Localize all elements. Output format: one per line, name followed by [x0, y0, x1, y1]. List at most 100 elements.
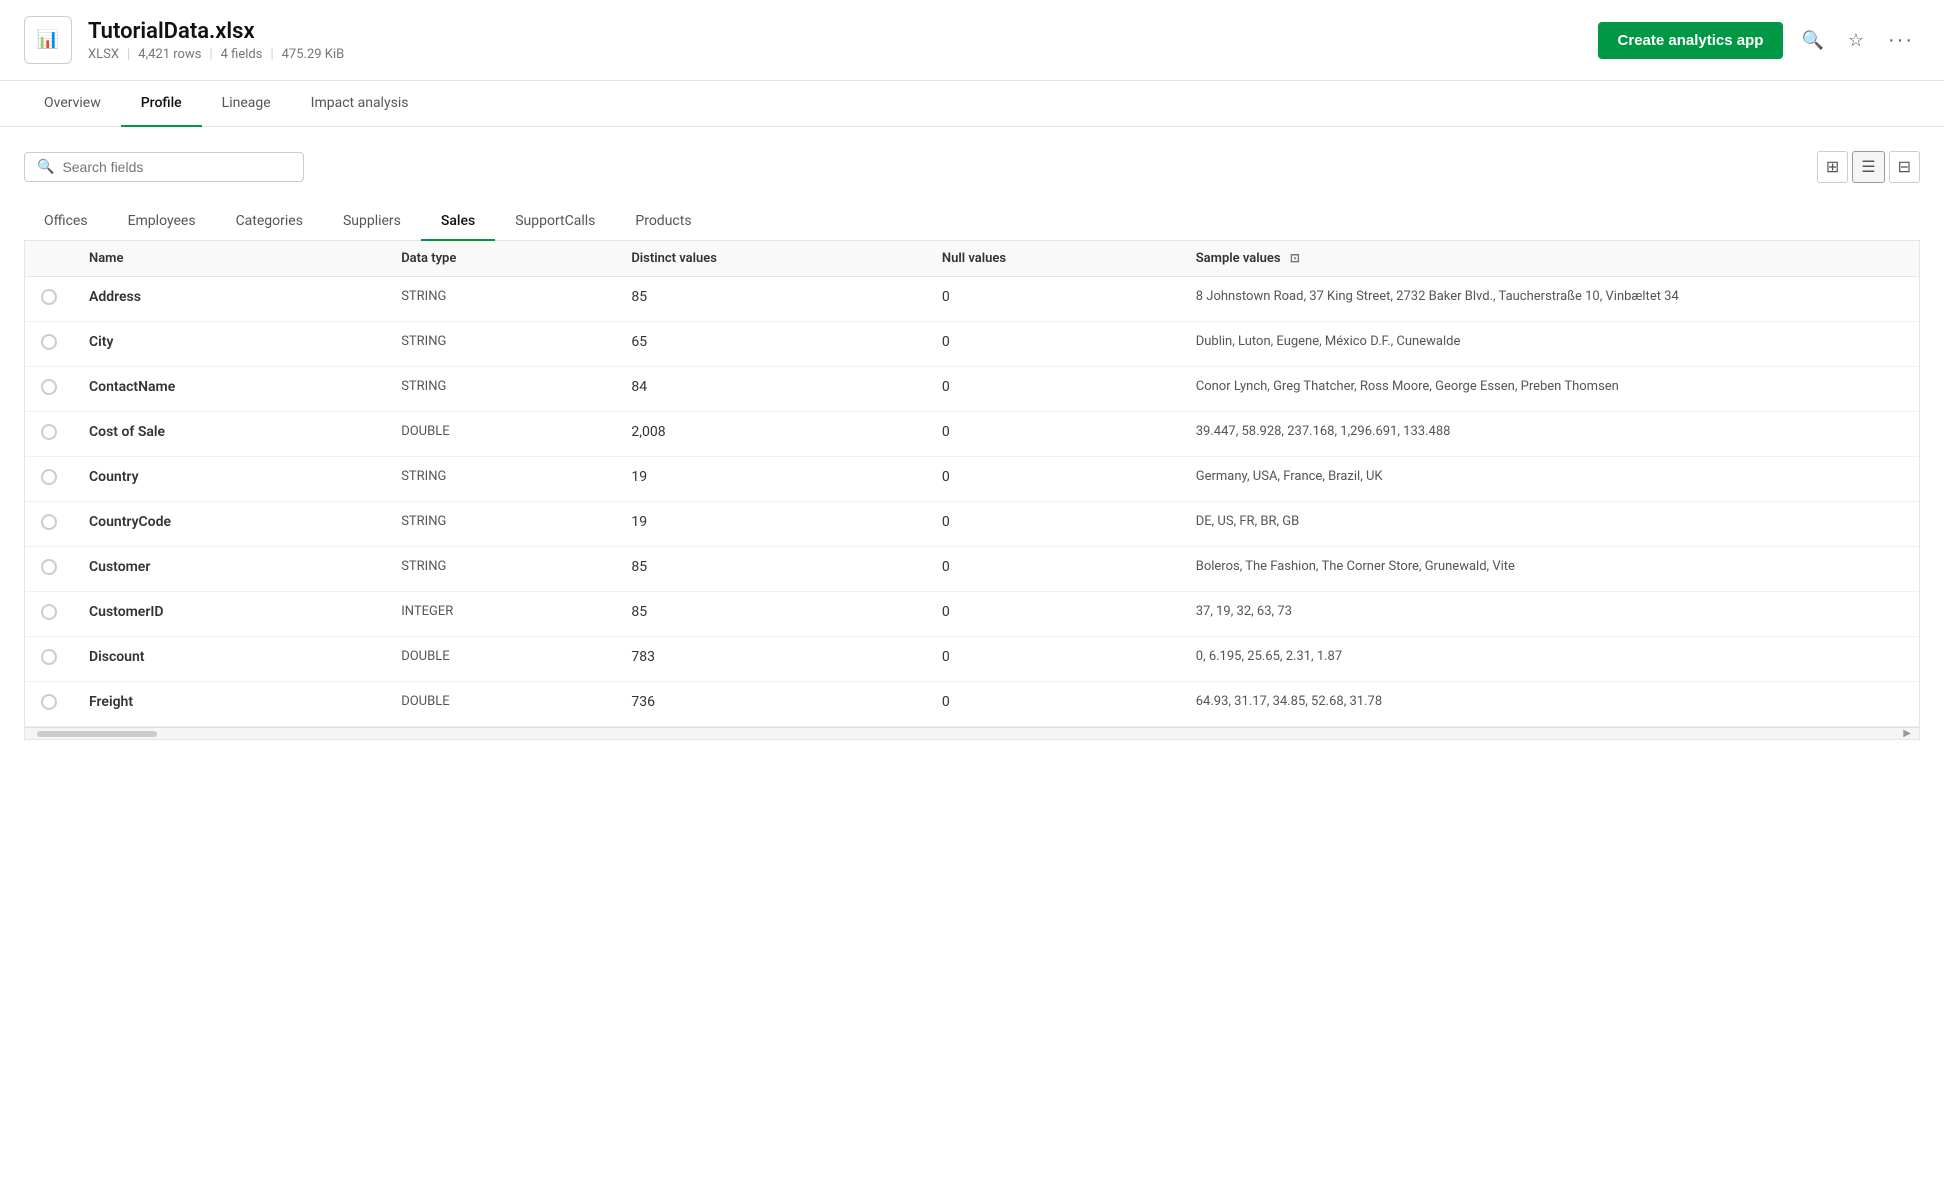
radio-9[interactable] — [41, 694, 57, 710]
table-row: Customer STRING 85 0 Boleros, The Fashio… — [25, 547, 1919, 592]
scrollbar-thumb[interactable] — [37, 731, 157, 737]
row-select-1[interactable] — [25, 322, 73, 367]
page-header: 📊 TutorialData.xlsx XLSX | 4,421 rows | … — [0, 0, 1944, 81]
row-null-5: 0 — [926, 502, 1180, 547]
row-name-2: ContactName — [73, 367, 385, 412]
search-icon: 🔍 — [1801, 30, 1823, 50]
row-select-5[interactable] — [25, 502, 73, 547]
radio-4[interactable] — [41, 469, 57, 485]
search-icon: 🔍 — [37, 159, 54, 175]
filter-tab-suppliers[interactable]: Suppliers — [323, 203, 421, 241]
table-header-row: Name Data type Distinct values Null valu… — [25, 241, 1919, 277]
col-distinct: Distinct values — [615, 241, 926, 277]
row-select-6[interactable] — [25, 547, 73, 592]
row-name-3: Cost of Sale — [73, 412, 385, 457]
table-row: City STRING 65 0 Dublin, Luton, Eugene, … — [25, 322, 1919, 367]
radio-2[interactable] — [41, 379, 57, 395]
col-datatype: Data type — [385, 241, 615, 277]
table-row: Cost of Sale DOUBLE 2,008 0 39.447, 58.9… — [25, 412, 1919, 457]
tab-overview[interactable]: Overview — [24, 81, 121, 127]
row-select-0[interactable] — [25, 277, 73, 322]
filter-tab-categories[interactable]: Categories — [216, 203, 323, 241]
file-format: XLSX — [88, 47, 119, 62]
file-icon: 📊 — [24, 16, 72, 64]
star-button[interactable]: ☆ — [1842, 26, 1870, 55]
row-distinct-0: 85 — [615, 277, 926, 322]
nav-tabs: Overview Profile Lineage Impact analysis — [0, 81, 1944, 127]
filter-tab-offices[interactable]: Offices — [24, 203, 108, 241]
grid-view-button[interactable]: ⊞ — [1817, 151, 1848, 183]
table-view-icon: ⊟ — [1898, 159, 1911, 176]
row-select-3[interactable] — [25, 412, 73, 457]
row-sample-8: 0, 6.195, 25.65, 2.31, 1.87 — [1180, 637, 1919, 682]
row-null-2: 0 — [926, 367, 1180, 412]
row-null-8: 0 — [926, 637, 1180, 682]
row-select-9[interactable] — [25, 682, 73, 727]
row-distinct-6: 85 — [615, 547, 926, 592]
row-distinct-5: 19 — [615, 502, 926, 547]
row-sample-0: 8 Johnstown Road, 37 King Street, 2732 B… — [1180, 277, 1919, 322]
search-button[interactable]: 🔍 — [1795, 26, 1829, 55]
radio-1[interactable] — [41, 334, 57, 350]
list-view-icon: ☰ — [1861, 159, 1875, 176]
filter-tab-sales[interactable]: Sales — [421, 203, 495, 241]
row-select-4[interactable] — [25, 457, 73, 502]
row-null-1: 0 — [926, 322, 1180, 367]
row-datatype-7: INTEGER — [385, 592, 615, 637]
row-datatype-9: DOUBLE — [385, 682, 615, 727]
row-datatype-1: STRING — [385, 322, 615, 367]
radio-5[interactable] — [41, 514, 57, 530]
table-view-button[interactable]: ⊟ — [1889, 151, 1920, 183]
more-icon: ··· — [1888, 29, 1914, 51]
col-select — [25, 241, 73, 277]
list-view-button[interactable]: ☰ — [1852, 151, 1884, 183]
row-sample-5: DE, US, FR, BR, GB — [1180, 502, 1919, 547]
tab-profile[interactable]: Profile — [121, 81, 202, 127]
table-row: CountryCode STRING 19 0 DE, US, FR, BR, … — [25, 502, 1919, 547]
search-box[interactable]: 🔍 — [24, 152, 304, 182]
content-area: 🔍 ⊞ ☰ ⊟ Offices Employees Categories Sup… — [0, 127, 1944, 764]
create-analytics-app-button[interactable]: Create analytics app — [1598, 22, 1784, 59]
data-table-wrapper: Name Data type Distinct values Null valu… — [24, 241, 1920, 740]
more-options-button[interactable]: ··· — [1882, 25, 1920, 56]
row-distinct-9: 736 — [615, 682, 926, 727]
filter-tab-supportcalls[interactable]: SupportCalls — [495, 203, 615, 241]
row-distinct-1: 65 — [615, 322, 926, 367]
table-row: Discount DOUBLE 783 0 0, 6.195, 25.65, 2… — [25, 637, 1919, 682]
tab-lineage[interactable]: Lineage — [202, 81, 291, 127]
row-name-0: Address — [73, 277, 385, 322]
row-name-4: Country — [73, 457, 385, 502]
row-name-6: Customer — [73, 547, 385, 592]
row-select-2[interactable] — [25, 367, 73, 412]
row-distinct-2: 84 — [615, 367, 926, 412]
row-sample-2: Conor Lynch, Greg Thatcher, Ross Moore, … — [1180, 367, 1919, 412]
header-actions: Create analytics app 🔍 ☆ ··· — [1598, 22, 1920, 59]
row-select-7[interactable] — [25, 592, 73, 637]
row-null-0: 0 — [926, 277, 1180, 322]
toolbar: 🔍 ⊞ ☰ ⊟ — [24, 151, 1920, 183]
row-null-3: 0 — [926, 412, 1180, 457]
row-select-8[interactable] — [25, 637, 73, 682]
col-null: Null values — [926, 241, 1180, 277]
row-datatype-0: STRING — [385, 277, 615, 322]
radio-7[interactable] — [41, 604, 57, 620]
row-name-9: Freight — [73, 682, 385, 727]
row-null-4: 0 — [926, 457, 1180, 502]
radio-3[interactable] — [41, 424, 57, 440]
row-null-6: 0 — [926, 547, 1180, 592]
file-meta: XLSX | 4,421 rows | 4 fields | 475.29 Ki… — [88, 47, 1598, 62]
radio-8[interactable] — [41, 649, 57, 665]
radio-6[interactable] — [41, 559, 57, 575]
tab-impact-analysis[interactable]: Impact analysis — [291, 81, 429, 127]
data-table: Name Data type Distinct values Null valu… — [25, 241, 1919, 727]
search-input[interactable] — [62, 159, 291, 175]
radio-0[interactable] — [41, 289, 57, 305]
scroll-right-arrow[interactable]: ▶ — [1903, 728, 1911, 739]
file-fields: 4 fields — [221, 47, 263, 62]
sample-values-expand-icon[interactable]: ⊡ — [1290, 251, 1300, 265]
table-row: CustomerID INTEGER 85 0 37, 19, 32, 63, … — [25, 592, 1919, 637]
horizontal-scrollbar[interactable]: ▶ — [25, 727, 1919, 739]
filter-tab-employees[interactable]: Employees — [108, 203, 216, 241]
filter-tab-products[interactable]: Products — [615, 203, 711, 241]
row-sample-1: Dublin, Luton, Eugene, México D.F., Cune… — [1180, 322, 1919, 367]
